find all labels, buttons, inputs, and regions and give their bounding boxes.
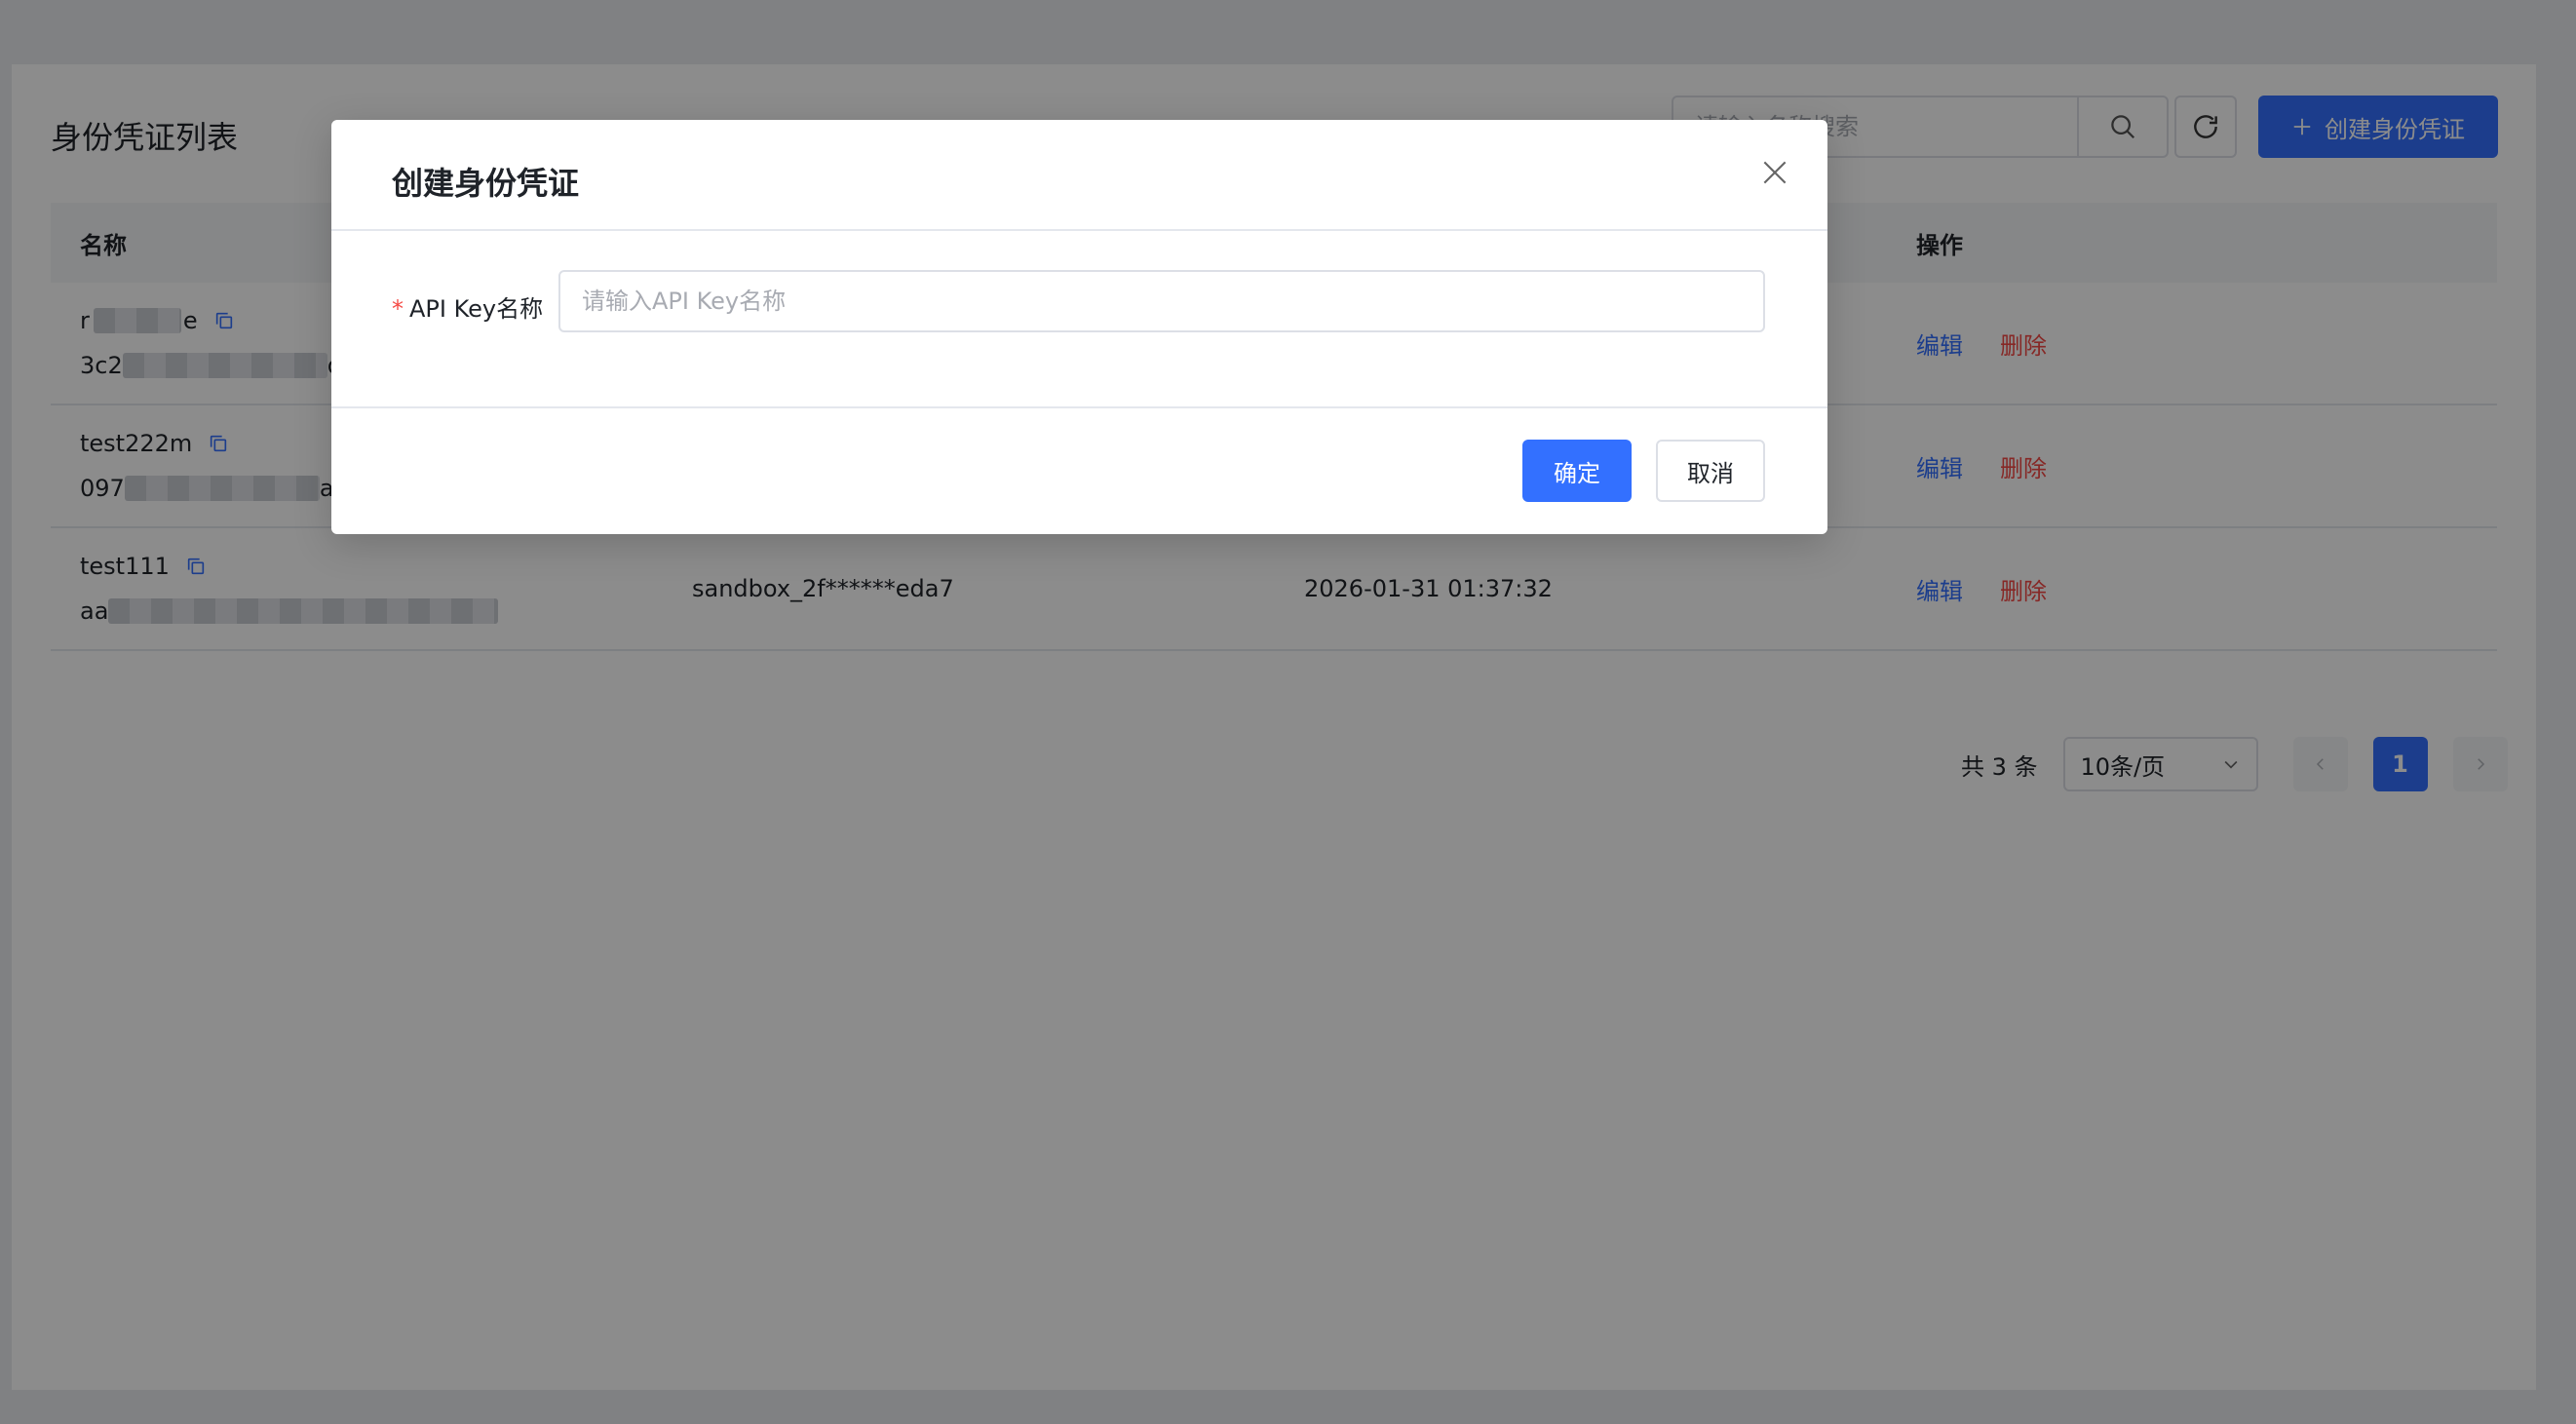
dialog-body: * API Key名称 (331, 231, 1827, 408)
api-key-name-input[interactable] (558, 270, 1765, 332)
dialog-header: 创建身份凭证 (331, 120, 1827, 231)
dialog-footer: 确定 取消 (331, 408, 1827, 532)
close-icon[interactable] (1759, 157, 1790, 188)
confirm-button[interactable]: 确定 (1522, 440, 1632, 502)
required-mark: * (392, 295, 404, 323)
dialog-title: 创建身份凭证 (392, 165, 580, 202)
api-key-name-label: * API Key名称 (392, 289, 543, 324)
cancel-button[interactable]: 取消 (1656, 440, 1765, 502)
app-page: 身份凭证列表 创建身份凭证 名称 操 (0, 0, 2576, 1424)
api-key-name-label-text: API Key名称 (409, 295, 544, 323)
create-credential-dialog: 创建身份凭证 *API Key名称 确定 取消 (331, 120, 1827, 534)
